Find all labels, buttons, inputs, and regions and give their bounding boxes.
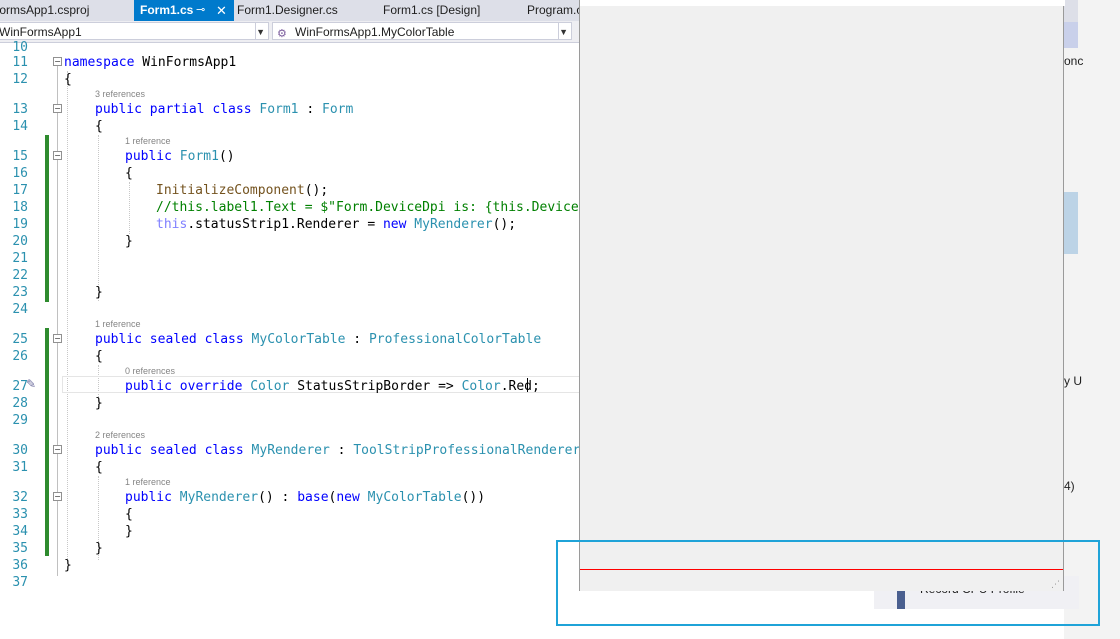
collapse-icon[interactable]: −: [53, 151, 62, 160]
line-number: 18: [12, 200, 28, 215]
line-number: 32: [12, 490, 28, 505]
collapse-icon[interactable]: −: [53, 492, 62, 501]
line-number: 31: [12, 460, 28, 475]
code-line: public override Color StatusStripBorder …: [125, 379, 540, 394]
line-number: 29: [12, 413, 28, 428]
line-number: 14: [12, 119, 28, 134]
codelens-references[interactable]: 1 reference: [125, 477, 171, 487]
codelens-references[interactable]: 1 reference: [125, 136, 171, 146]
panel-selected-row: [1064, 192, 1078, 254]
code-line: {: [95, 460, 103, 475]
line-number: 23: [12, 285, 28, 300]
quick-actions-brush-icon[interactable]: ✎: [26, 377, 36, 391]
code-line: }: [125, 524, 133, 539]
line-number: 25: [12, 332, 28, 347]
code-line: {: [125, 166, 133, 181]
line-number: 36: [12, 558, 28, 573]
indent-guide: [67, 71, 68, 561]
chevron-down-icon: ▼: [559, 27, 568, 37]
line-number: 12: [12, 72, 28, 87]
code-line: public sealed class MyColorTable : Profe…: [95, 332, 542, 347]
code-line: InitializeComponent();: [156, 183, 329, 198]
code-line: }: [64, 558, 72, 573]
line-number: 16: [12, 166, 28, 181]
tab-program[interactable]: Program.c: [527, 0, 582, 21]
class-icon: ⚙: [277, 28, 287, 40]
code-line: public MyRenderer() : base(new MyColorTa…: [125, 490, 486, 505]
change-marker: [45, 328, 49, 556]
tab-form1-design[interactable]: Form1.cs [Design]: [383, 0, 480, 21]
line-number: 28: [12, 396, 28, 411]
code-line: public sealed class MyRenderer : ToolStr…: [95, 443, 581, 458]
code-line: public partial class Form1 : Form: [95, 102, 354, 117]
highlight-annotation: [556, 540, 1100, 626]
line-number: 24: [12, 302, 28, 317]
line-number: 15: [12, 149, 28, 164]
tab-form1-designer[interactable]: Form1.Designer.cs: [237, 0, 338, 21]
line-number: 33: [12, 507, 28, 522]
line-number: 19: [12, 217, 28, 232]
code-line: {: [125, 507, 133, 522]
panel-header: [1064, 0, 1078, 22]
close-icon[interactable]: ✕: [216, 0, 227, 21]
form-top-edge: [580, 0, 1065, 6]
line-number: 11: [12, 55, 28, 70]
running-form-window[interactable]: ⋰: [579, 0, 1065, 591]
line-number: 13: [12, 102, 28, 117]
panel-label: y U: [1064, 374, 1082, 388]
codelens-references[interactable]: 2 references: [95, 430, 145, 440]
line-number: 21: [12, 251, 28, 266]
line-number: 17: [12, 183, 28, 198]
panel-label: onc: [1064, 54, 1084, 68]
collapse-icon[interactable]: −: [53, 334, 62, 343]
codelens-references[interactable]: 1 reference: [95, 319, 141, 329]
code-line: //this.label1.Text = $"Form.DeviceDpi is…: [156, 200, 595, 215]
collapse-icon[interactable]: −: [53, 104, 62, 113]
tab-form1-label: Form1.cs: [140, 3, 194, 17]
code-line: this.statusStrip1.Renderer = new MyRende…: [156, 217, 517, 232]
line-number: 22: [12, 268, 28, 283]
line-number: 34: [12, 524, 28, 539]
tab-form1-cs[interactable]: Form1.cs ⊸ ✕: [134, 0, 234, 21]
type-dropdown[interactable]: ⚙ WinFormsApp1.MyColorTable ▼: [272, 22, 572, 40]
indent-guide: [98, 135, 99, 301]
line-number: 37: [12, 575, 28, 590]
change-marker: [45, 135, 49, 302]
line-number: 30: [12, 443, 28, 458]
code-line: {: [64, 72, 72, 87]
chevron-down-icon: ▼: [256, 27, 265, 37]
line-number: 27: [12, 379, 28, 394]
code-line: {: [95, 119, 103, 134]
line-number: 20: [12, 234, 28, 249]
panel-tab: [1064, 22, 1078, 48]
collapse-icon[interactable]: −: [53, 445, 62, 454]
code-line: }: [125, 234, 133, 249]
line-number: 35: [12, 541, 28, 556]
code-line: public Form1(): [125, 149, 235, 164]
codelens-references[interactable]: 0 references: [125, 366, 175, 376]
code-line: {: [95, 349, 103, 364]
pin-icon[interactable]: ⊸: [196, 0, 205, 21]
type-dropdown-value: WinFormsApp1.MyColorTable: [295, 25, 455, 39]
panel-label: 4): [1064, 479, 1075, 493]
code-line: namespace WinFormsApp1: [64, 55, 237, 70]
code-line: }: [95, 396, 103, 411]
tab-csproj[interactable]: FormsApp1.csproj: [0, 0, 89, 21]
indent-guide: [129, 182, 130, 234]
code-line: }: [95, 285, 103, 300]
codelens-references[interactable]: 3 references: [95, 89, 145, 99]
collapse-icon[interactable]: −: [53, 57, 62, 66]
line-number: 26: [12, 349, 28, 364]
project-dropdown[interactable]: WinFormsApp1 ▼: [0, 22, 269, 40]
code-line: }: [95, 541, 103, 556]
